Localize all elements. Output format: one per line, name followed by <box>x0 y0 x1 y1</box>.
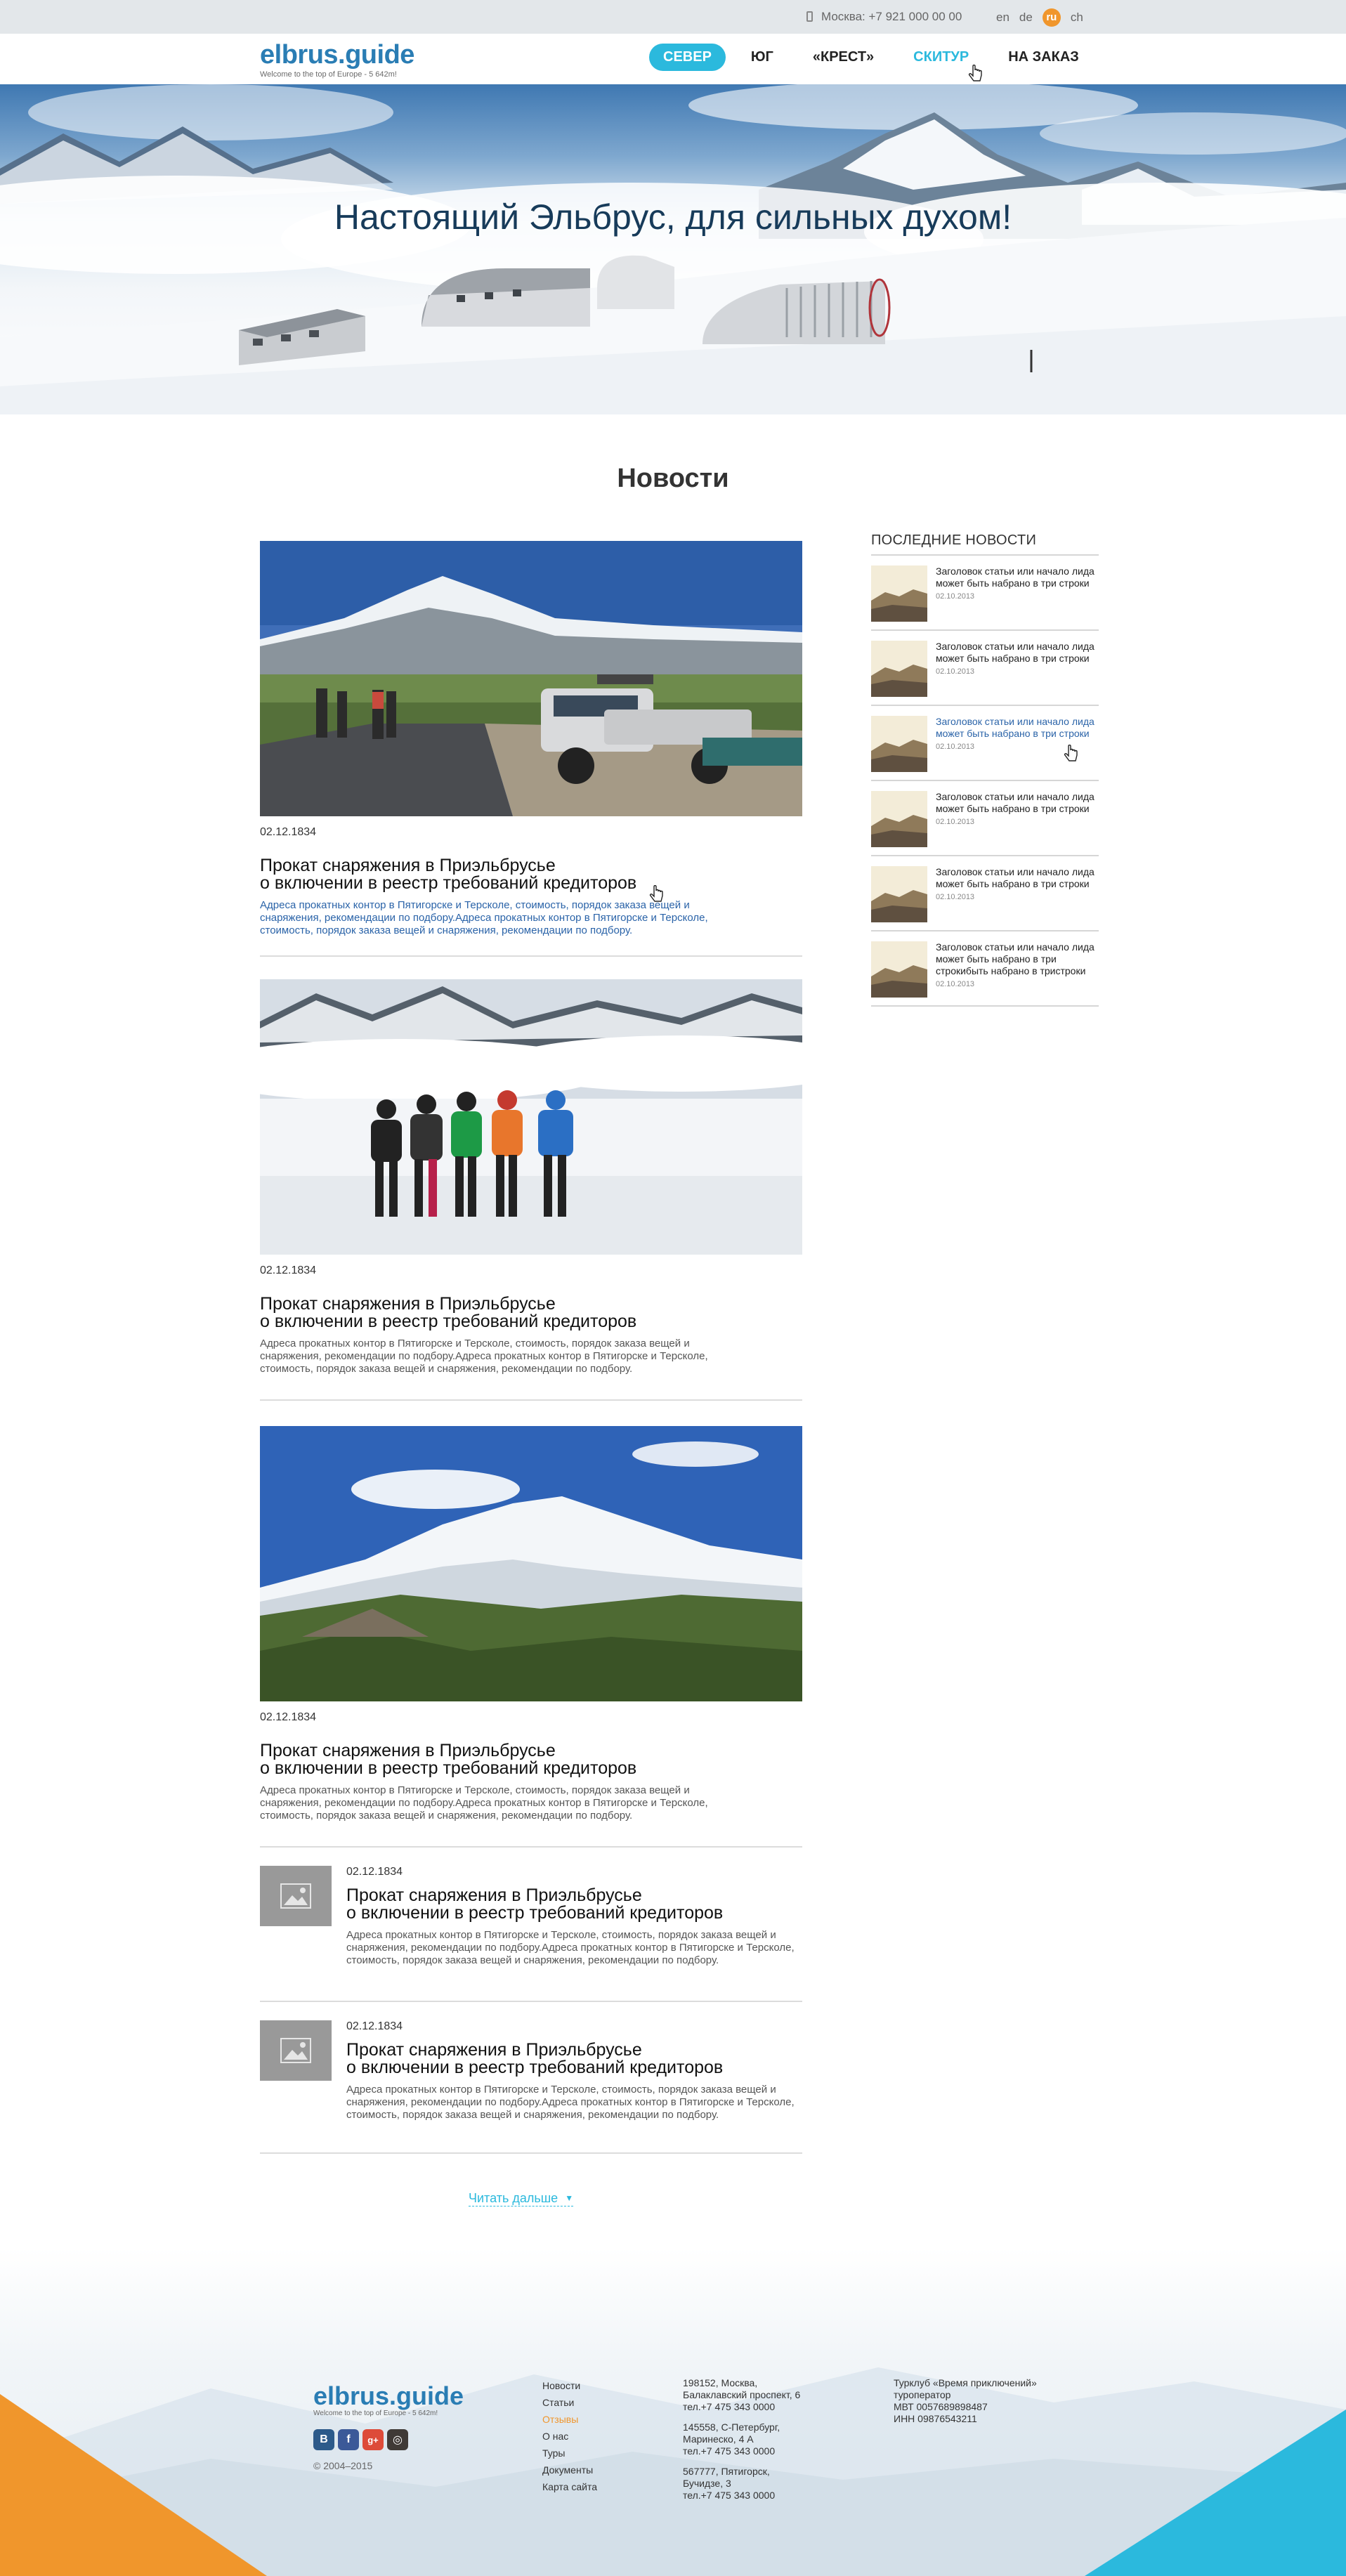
hero-banner: Настоящий Эльбрус, для сильных духом! <box>0 84 1346 414</box>
language-switcher: en de ru ch <box>996 8 1083 27</box>
lang-de[interactable]: de <box>1019 9 1033 26</box>
nav-item-krest[interactable]: «Крест» <box>799 44 888 71</box>
footer-link-reviews[interactable]: Отзывы <box>542 2411 597 2428</box>
top-bar: Москва: +7 921 000 00 00 en de ru ch <box>0 0 1346 34</box>
post-excerpt: Адреса прокатных контор в Пятигорске и Т… <box>346 2084 795 2121</box>
post-date: 02.12.1834 <box>260 1711 317 1723</box>
post-date: 02.12.1834 <box>346 1866 403 1878</box>
news-post: 02.12.1834 Прокат снаряжения в Приэльбру… <box>260 2020 802 2154</box>
sidebar-news-item[interactable]: Заголовок статьи или начало лида может б… <box>871 856 1099 931</box>
image-placeholder-icon <box>280 2038 311 2063</box>
post-title[interactable]: Прокат снаряжения в Приэльбрусье о включе… <box>346 2041 796 2077</box>
news-section-title: Новости <box>617 464 729 493</box>
footer-logo[interactable]: elbrus.guide Welcome to the top of Europ… <box>313 2383 464 2418</box>
post-title[interactable]: Прокат снаряжения в Приэльбрусье о включе… <box>260 1742 710 1777</box>
sidebar-thumb <box>871 866 927 922</box>
hand-cursor-icon <box>968 65 982 81</box>
google-plus-icon[interactable]: g+ <box>362 2429 384 2450</box>
image-placeholder-icon <box>280 1883 311 1909</box>
sidebar-news-item[interactable]: Заголовок статьи или начало лида может б… <box>871 706 1099 781</box>
post-date: 02.12.1834 <box>260 1264 317 1276</box>
footer-addresses: 198152, Москва, Балаклавский проспект, 6… <box>683 2377 844 2510</box>
footer-link-sitemap[interactable]: Карта сайта <box>542 2478 597 2495</box>
nav-item-na-zakaz[interactable]: На заказ <box>994 44 1093 71</box>
triangle-down-icon: ▼ <box>565 2193 574 2203</box>
latest-news-sidebar: Последние новости Заголовок статьи или н… <box>871 532 1099 1007</box>
footer-orange-corner <box>0 2394 267 2576</box>
sidebar-thumb-image <box>871 641 927 697</box>
main-nav: Север Юг «Крест» Скитур На заказ <box>649 44 1104 71</box>
sidebar-thumb-image <box>871 716 927 772</box>
phone-icon <box>806 11 813 22</box>
nav-item-sever[interactable]: Север <box>649 44 726 71</box>
hand-cursor-icon <box>649 885 663 902</box>
social-links: В f g+ ◎ <box>313 2429 408 2450</box>
facebook-icon[interactable]: f <box>338 2429 359 2450</box>
news-post: 02.12.1834 Прокат снаряжения в Приэльбру… <box>260 979 802 1401</box>
news-post: 02.12.1834 Прокат снаряжения в Приэльбру… <box>260 541 802 957</box>
sidebar-news-item[interactable]: Заголовок статьи или начало лида может б… <box>871 556 1099 631</box>
footer-link-documents[interactable]: Документы <box>542 2461 597 2478</box>
post-date: 02.12.1834 <box>260 826 317 838</box>
main-header: elbrus.guide Welcome to the top of Europ… <box>0 34 1346 84</box>
post-excerpt: Адреса прокатных контор в Пятигорске и Т… <box>260 1784 708 1822</box>
sidebar-news-item[interactable]: Заголовок статьи или начало лида может б… <box>871 781 1099 856</box>
sidebar-thumb <box>871 791 927 847</box>
post-title[interactable]: Прокат снаряжения в Приэльбрусье о включе… <box>346 1887 796 1922</box>
address-moscow: 198152, Москва, Балаклавский проспект, 6… <box>683 2377 801 2412</box>
post-image[interactable] <box>260 979 802 1255</box>
footer-company-info: Турклуб «Время приключений» туроператор … <box>894 2377 1037 2424</box>
read-more-link[interactable]: Читать дальше ▼ <box>469 2191 574 2206</box>
footer-blue-corner <box>1085 2410 1346 2576</box>
nav-item-yug[interactable]: Юг <box>737 44 788 71</box>
copyright: © 2004–2015 <box>313 2460 373 2471</box>
news-post: 02.12.1834 Прокат снаряжения в Приэльбру… <box>260 1866 802 2002</box>
site-footer: elbrus.guide Welcome to the top of Europ… <box>0 2248 1346 2576</box>
footer-menu: Новости Статьи Отзывы О нас Туры Докумен… <box>542 2377 597 2495</box>
news-post: 02.12.1834 Прокат снаряжения в Приэльбру… <box>260 1426 802 1848</box>
phone-number[interactable]: Москва: +7 921 000 00 00 <box>806 10 962 24</box>
hand-cursor-icon <box>1064 745 1078 761</box>
site-logo[interactable]: elbrus.guide Welcome to the top of Europ… <box>260 41 414 79</box>
sidebar-thumb-image <box>871 941 927 998</box>
sidebar-heading: Последние новости <box>871 532 1099 556</box>
sidebar-thumb-image <box>871 565 927 622</box>
sidebar-thumb <box>871 941 927 998</box>
footer-link-tours[interactable]: Туры <box>542 2445 597 2461</box>
post-excerpt: Адреса прокатных контор в Пятигорске и Т… <box>260 1338 708 1375</box>
hero-title: Настоящий Эльбрус, для сильных духом! <box>334 197 1012 237</box>
address-pyatigorsk: 567777, Пятигорск, Бучидзе, 3 тел.+7 475… <box>683 2466 776 2501</box>
post-image[interactable] <box>260 541 802 816</box>
instagram-icon[interactable]: ◎ <box>387 2429 408 2450</box>
lang-en[interactable]: en <box>996 9 1010 26</box>
post-title[interactable]: Прокат снаряжения в Приэльбрусье о включе… <box>260 857 710 892</box>
post-excerpt: Адреса прокатных контор в Пятигорске и Т… <box>346 1929 795 1966</box>
sidebar-thumb <box>871 716 927 772</box>
sidebar-news-item[interactable]: Заголовок статьи или начало лида может б… <box>871 631 1099 706</box>
sidebar-thumb-image <box>871 791 927 847</box>
sidebar-thumb-image <box>871 866 927 922</box>
footer-link-about[interactable]: О нас <box>542 2428 597 2445</box>
vk-icon[interactable]: В <box>313 2429 334 2450</box>
lang-ch[interactable]: ch <box>1071 9 1083 26</box>
mountain-road-car-photo <box>260 541 802 816</box>
sidebar-thumb <box>871 641 927 697</box>
footer-link-articles[interactable]: Статьи <box>542 2394 597 2411</box>
sidebar-news-item[interactable]: Заголовок статьи или начало лида может б… <box>871 931 1099 1007</box>
footer-link-news[interactable]: Новости <box>542 2377 597 2394</box>
post-image-placeholder[interactable] <box>260 1866 332 1926</box>
post-image[interactable] <box>260 1426 802 1701</box>
post-image-placeholder[interactable] <box>260 2020 332 2081</box>
post-title[interactable]: Прокат снаряжения в Приэльбрусье о включе… <box>260 1295 710 1331</box>
post-date: 02.12.1834 <box>346 2020 403 2032</box>
climbers-on-snow-photo <box>260 979 802 1255</box>
post-excerpt[interactable]: Адреса прокатных контор в Пятигорске и Т… <box>260 899 710 937</box>
address-spb: 145558, С-Петербург, Маринеско, 4 А тел.… <box>683 2421 780 2457</box>
hero-mountain-illustration <box>0 84 1346 414</box>
lang-ru[interactable]: ru <box>1042 8 1061 27</box>
elbrus-peak-photo <box>260 1426 802 1701</box>
sidebar-thumb <box>871 565 927 622</box>
